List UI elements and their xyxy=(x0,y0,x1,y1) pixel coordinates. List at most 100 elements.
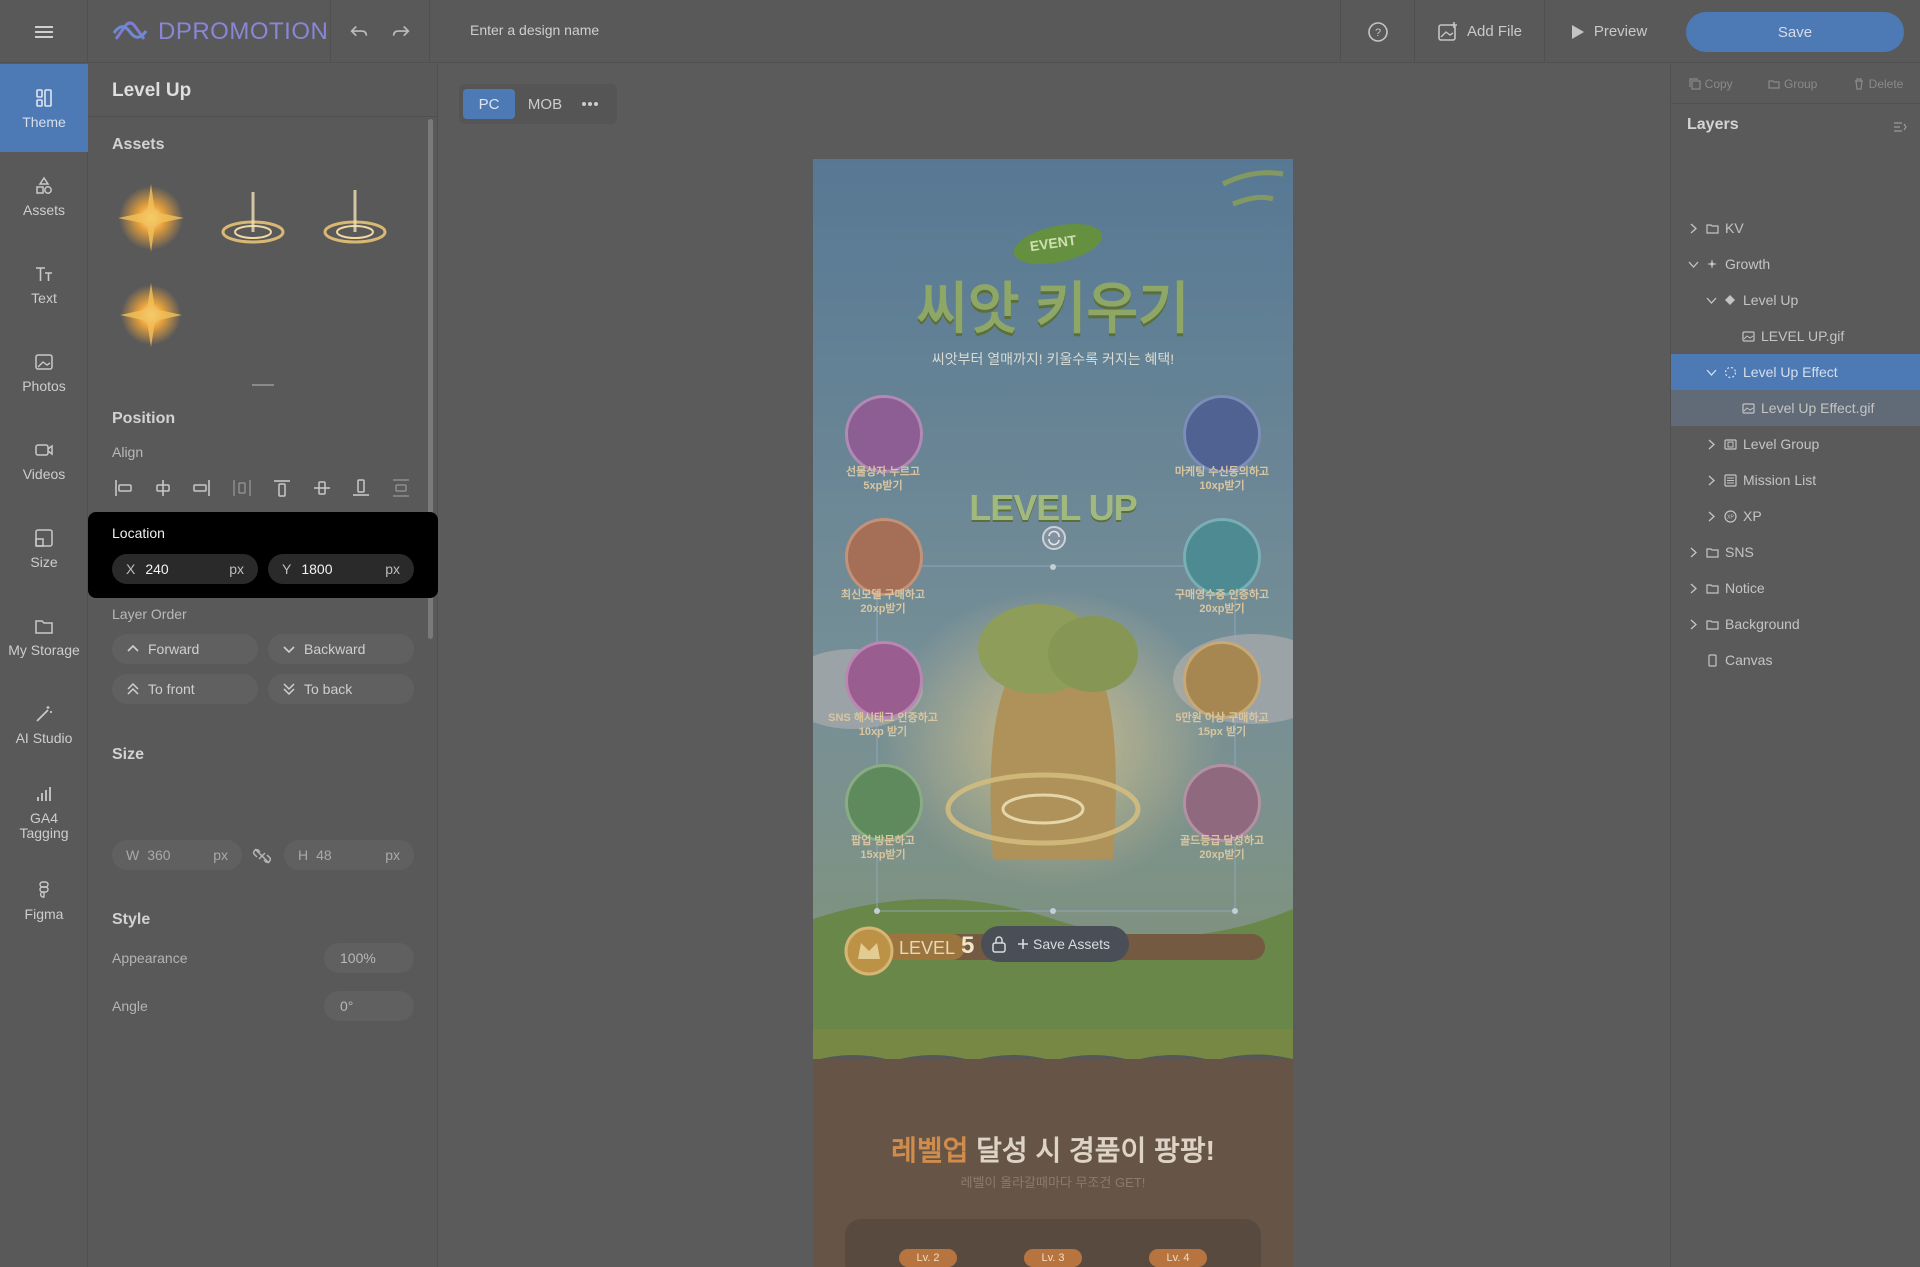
save-assets-button[interactable]: Save Assets xyxy=(1017,936,1110,952)
angle-field[interactable]: 0° xyxy=(324,991,414,1021)
assets-resize-handle[interactable] xyxy=(252,384,274,386)
hamburger-menu-button[interactable] xyxy=(0,0,88,63)
mission-icon-gift-box[interactable] xyxy=(845,395,923,473)
align-middle-icon[interactable] xyxy=(311,477,333,499)
to-back-label: To back xyxy=(304,681,353,697)
undo-icon[interactable] xyxy=(348,21,370,43)
nav-videos[interactable]: Videos xyxy=(0,416,88,504)
mission-label-5-line2: 10xp받기 xyxy=(1199,480,1245,492)
nav-size[interactable]: Size xyxy=(0,504,88,592)
brand-logo[interactable]: DPROMOTION xyxy=(110,16,328,48)
device-pc-button[interactable]: PC xyxy=(463,89,515,119)
layer-row-growth[interactable]: Growth xyxy=(1671,246,1920,282)
nav-assets[interactable]: Assets xyxy=(0,152,88,240)
layer-row-mission-list[interactable]: Mission List xyxy=(1671,462,1920,498)
mission-label-7-line2: 15px 받기 xyxy=(1197,726,1247,738)
y-position-field[interactable]: Y 1800 px xyxy=(268,554,414,584)
align-bottom-icon[interactable] xyxy=(350,477,372,499)
more-options-button[interactable] xyxy=(575,89,605,119)
lock-icon[interactable] xyxy=(991,935,1007,953)
align-top-icon[interactable] xyxy=(271,477,293,499)
level-tab-3[interactable]: Lv. 3 xyxy=(1024,1249,1082,1267)
chevron-right-icon[interactable] xyxy=(1705,474,1718,487)
layer-row-xp[interactable]: XP XP xyxy=(1671,498,1920,534)
group-button[interactable]: Group xyxy=(1768,77,1817,91)
level-tab-2[interactable]: Lv. 2 xyxy=(899,1249,957,1267)
mission-icon-lock[interactable] xyxy=(1183,395,1261,473)
distribute-horizontal-icon[interactable] xyxy=(231,477,253,499)
save-button[interactable]: Save xyxy=(1686,12,1904,52)
nav-text[interactable]: Text xyxy=(0,240,88,328)
image-icon xyxy=(1742,330,1755,343)
chevron-down-icon[interactable] xyxy=(1705,294,1718,307)
backward-button[interactable]: Backward xyxy=(268,634,414,664)
levelup-graphic[interactable]: LEVEL UP xyxy=(953,487,1153,529)
preview-label: Preview xyxy=(1593,23,1648,40)
mission-icon-star-coin[interactable] xyxy=(1183,641,1261,719)
angle-label: Angle xyxy=(112,998,148,1014)
layer-row-level-up-gif[interactable]: LEVEL UP.gif xyxy=(1671,318,1920,354)
layer-row-notice[interactable]: Notice xyxy=(1671,570,1920,606)
level-tab-4[interactable]: Lv. 4 xyxy=(1149,1249,1207,1267)
nav-ga4-tagging[interactable]: GA4 Tagging xyxy=(0,768,88,856)
layer-row-level-group[interactable]: Level Group xyxy=(1671,426,1920,462)
mission-label-6-line2: 20xp받기 xyxy=(1199,603,1245,615)
height-field[interactable]: H 48 px xyxy=(284,840,414,870)
add-file-button[interactable]: Add File xyxy=(1414,0,1544,63)
nav-figma[interactable]: Figma xyxy=(0,856,88,944)
layer-row-level-up-effect-gif[interactable]: Level Up Effect.gif xyxy=(1671,390,1920,426)
appearance-field[interactable]: 100% xyxy=(324,943,414,973)
layer-row-level-up[interactable]: Level Up xyxy=(1671,282,1920,318)
help-button[interactable]: ? xyxy=(1340,0,1414,63)
chevron-right-icon[interactable] xyxy=(1705,438,1718,451)
layer-row-canvas[interactable]: Canvas xyxy=(1671,642,1920,678)
forward-button[interactable]: Forward xyxy=(112,634,258,664)
mission-icon-shopping-bag[interactable] xyxy=(845,518,923,596)
design-name-input[interactable]: Enter a design name xyxy=(470,22,599,38)
mission-icon-book[interactable] xyxy=(845,641,923,719)
x-position-field[interactable]: X 240 px xyxy=(112,554,258,584)
asset-ring-glow-2[interactable] xyxy=(310,172,400,262)
copy-button[interactable]: Copy xyxy=(1689,77,1733,91)
artboard[interactable]: EVENT 씨앗 키우기 씨앗부터 열매까지! 키울수록 커지는 혜택! LEV… xyxy=(813,159,1293,1267)
device-mob-button[interactable]: MOB xyxy=(519,89,571,119)
nav-ai-studio[interactable]: AI Studio xyxy=(0,680,88,768)
asset-sparkle-1[interactable] xyxy=(106,172,196,262)
layer-row-kv[interactable]: KV xyxy=(1671,210,1920,246)
layer-row-sns[interactable]: SNS xyxy=(1671,534,1920,570)
to-front-button[interactable]: To front xyxy=(112,674,258,704)
layer-label: LEVEL UP.gif xyxy=(1761,328,1845,344)
chevron-right-icon[interactable] xyxy=(1687,222,1700,235)
chevron-right-icon[interactable] xyxy=(1687,546,1700,559)
collapse-all-icon[interactable] xyxy=(1893,120,1907,134)
layer-row-level-up-effect[interactable]: Level Up Effect xyxy=(1671,354,1920,390)
nav-photos[interactable]: Photos xyxy=(0,328,88,416)
preview-button[interactable]: Preview xyxy=(1544,0,1670,63)
asset-sparkle-2[interactable] xyxy=(106,269,196,359)
mission-label-5: 마케팅 수신동의하고 10xp받기 xyxy=(1151,465,1293,493)
chevron-down-icon[interactable] xyxy=(1687,258,1700,271)
chevron-right-icon[interactable] xyxy=(1687,618,1700,631)
chevron-right-icon[interactable] xyxy=(1705,510,1718,523)
add-file-label: Add File xyxy=(1466,23,1523,40)
style-heading: Style xyxy=(112,911,151,928)
question-circle-icon: ? xyxy=(1367,21,1388,42)
redo-icon[interactable] xyxy=(390,21,412,43)
nav-my-storage[interactable]: My Storage xyxy=(0,592,88,680)
mission-icon-present[interactable] xyxy=(1183,518,1261,596)
distribute-vertical-icon[interactable] xyxy=(390,477,412,499)
delete-button[interactable]: Delete xyxy=(1853,77,1903,91)
layer-row-background[interactable]: Background xyxy=(1671,606,1920,642)
unlink-icon[interactable] xyxy=(252,846,272,866)
width-field[interactable]: W 360 px xyxy=(112,840,242,870)
align-center-icon[interactable] xyxy=(152,477,174,499)
chevron-down-icon[interactable] xyxy=(1705,366,1718,379)
nav-theme[interactable]: Theme xyxy=(0,64,88,152)
align-left-icon[interactable] xyxy=(112,477,134,499)
mission-icon-lightning[interactable] xyxy=(845,764,923,842)
align-right-icon[interactable] xyxy=(191,477,213,499)
mission-icon-gem[interactable] xyxy=(1183,764,1261,842)
to-back-button[interactable]: To back xyxy=(268,674,414,704)
chevron-right-icon[interactable] xyxy=(1687,582,1700,595)
asset-ring-glow-1[interactable] xyxy=(208,172,298,262)
